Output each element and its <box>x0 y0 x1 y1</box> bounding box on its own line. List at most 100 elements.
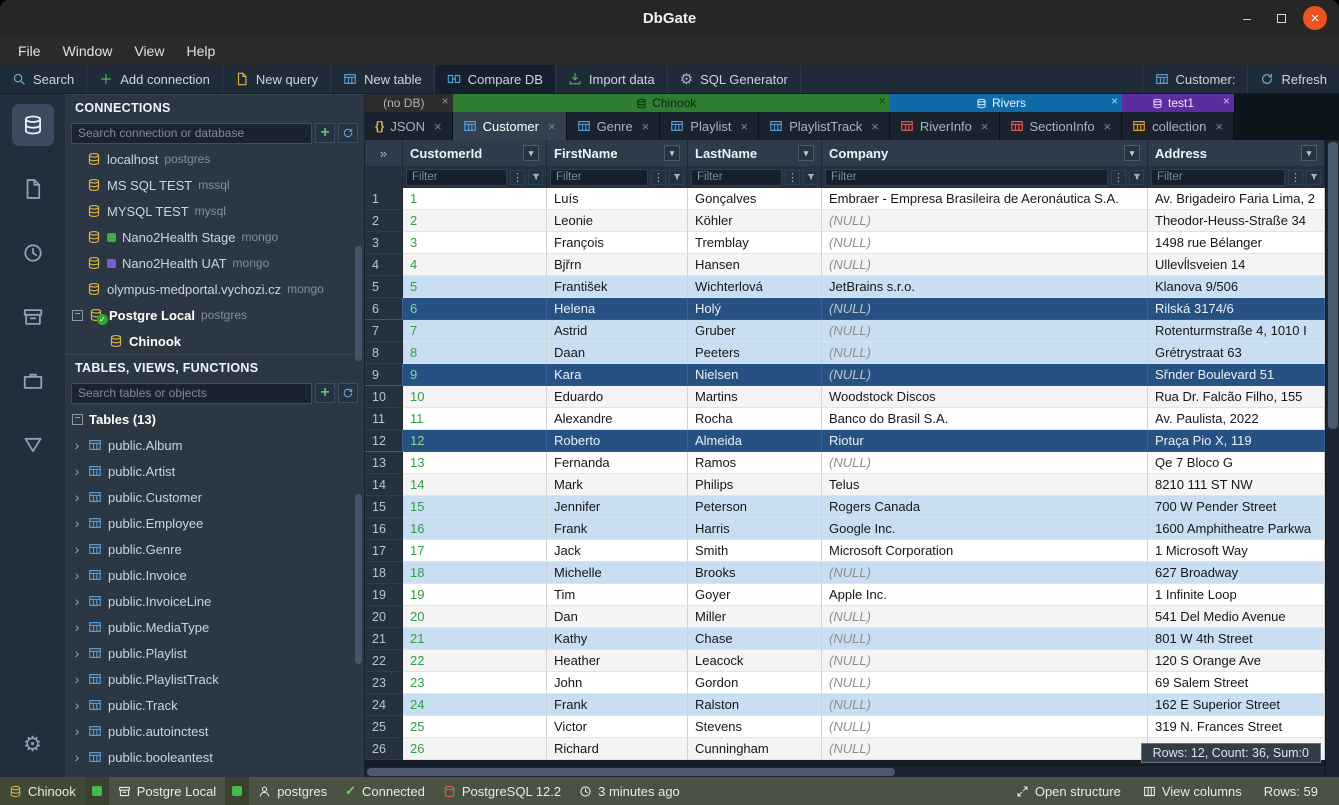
row-number[interactable]: 7 <box>365 320 403 342</box>
column-menu-chevron-icon[interactable]: ▾ <box>664 145 680 161</box>
cell-lastname[interactable]: Ramos <box>688 452 822 474</box>
row-number[interactable]: 17 <box>365 540 403 562</box>
row-number[interactable]: 22 <box>365 650 403 672</box>
cell-company[interactable]: Apple Inc. <box>822 584 1148 606</box>
row-number[interactable]: 18 <box>365 562 403 584</box>
cell-company[interactable]: (NULL) <box>822 320 1148 342</box>
cell-company[interactable]: (NULL) <box>822 738 1148 760</box>
cell-company[interactable]: Embraer - Empresa Brasileira de Aeronáut… <box>822 188 1148 210</box>
tables-search-input[interactable] <box>71 383 312 404</box>
row-number[interactable]: 13 <box>365 452 403 474</box>
cell-address[interactable]: 1 Microsoft Way <box>1148 540 1325 562</box>
cell-address[interactable]: Qe 7 Bloco G <box>1148 452 1325 474</box>
row-number[interactable]: 21 <box>365 628 403 650</box>
cell-company[interactable]: Banco do Brasil S.A. <box>822 408 1148 430</box>
cell-lastname[interactable]: Leacock <box>688 650 822 672</box>
cell-address[interactable]: 1 Infinite Loop <box>1148 584 1325 606</box>
tables-scrollbar-thumb[interactable] <box>355 494 362 664</box>
menu-view[interactable]: View <box>124 40 174 62</box>
row-number[interactable]: 6 <box>365 298 403 320</box>
cell-address[interactable]: 541 Del Medio Avenue <box>1148 606 1325 628</box>
cell-firstname[interactable]: Roberto <box>547 430 688 452</box>
cell-firstname[interactable]: Eduardo <box>547 386 688 408</box>
cell-customerid[interactable]: 23 <box>403 672 547 694</box>
cell-company[interactable]: (NULL) <box>822 562 1148 584</box>
cell-firstname[interactable]: Frank <box>547 518 688 540</box>
cell-company[interactable]: (NULL) <box>822 298 1148 320</box>
cell-address[interactable]: Klanova 9/506 <box>1148 276 1325 298</box>
row-number[interactable]: 12 <box>365 430 403 452</box>
filter-menu-icon[interactable]: ⋮ <box>1111 170 1126 185</box>
sidebar-apps-button[interactable] <box>12 360 54 402</box>
chevron-right-icon[interactable]: › <box>72 749 82 765</box>
cell-customerid[interactable]: 25 <box>403 716 547 738</box>
toolbar-search-button[interactable]: Search <box>0 65 87 93</box>
cell-company[interactable]: JetBrains s.r.o. <box>822 276 1148 298</box>
chevron-right-icon[interactable]: › <box>72 463 82 479</box>
cell-company[interactable]: Rogers Canada <box>822 496 1148 518</box>
chevron-right-icon[interactable]: › <box>72 723 82 739</box>
cell-address[interactable]: Theodor-Heuss-Straße 34 <box>1148 210 1325 232</box>
cell-company[interactable]: (NULL) <box>822 672 1148 694</box>
maximize-button[interactable] <box>1269 6 1293 30</box>
close-tab-icon[interactable]: × <box>1215 119 1223 134</box>
cell-firstname[interactable]: Alexandre <box>547 408 688 430</box>
connection-item[interactable]: olympus-medportal.vychozi.czmongo <box>65 276 364 302</box>
chevron-right-icon[interactable]: › <box>72 619 82 635</box>
cell-address[interactable]: Rilská 3174/6 <box>1148 298 1325 320</box>
row-number[interactable]: 15 <box>365 496 403 518</box>
grid-corner-cell[interactable]: » <box>365 140 403 166</box>
tab-playlist[interactable]: Playlist× <box>660 112 759 140</box>
cell-lastname[interactable]: Nielsen <box>688 364 822 386</box>
chevron-right-icon[interactable]: › <box>72 567 82 583</box>
funnel-icon[interactable] <box>803 170 818 185</box>
filter-menu-icon[interactable]: ⋮ <box>1288 170 1303 185</box>
table-tree-item[interactable]: ›public.Artist <box>65 458 364 484</box>
cell-lastname[interactable]: Tremblay <box>688 232 822 254</box>
cell-firstname[interactable]: Tim <box>547 584 688 606</box>
toolbar-import-data-button[interactable]: Import data <box>556 65 668 93</box>
cell-firstname[interactable]: František <box>547 276 688 298</box>
close-group-icon[interactable]: × <box>1111 94 1118 108</box>
cell-firstname[interactable]: Jack <box>547 540 688 562</box>
row-number[interactable]: 2 <box>365 210 403 232</box>
cell-company[interactable]: Microsoft Corporation <box>822 540 1148 562</box>
minimize-button[interactable]: – <box>1235 6 1259 30</box>
sidebar-history-button[interactable] <box>12 232 54 274</box>
cell-customerid[interactable]: 14 <box>403 474 547 496</box>
cell-customerid[interactable]: 6 <box>403 298 547 320</box>
menu-help[interactable]: Help <box>176 40 225 62</box>
chevron-right-icon[interactable]: › <box>72 489 82 505</box>
cell-company[interactable]: Google Inc. <box>822 518 1148 540</box>
table-tree-item[interactable]: ›public.PlaylistTrack <box>65 666 364 692</box>
cell-firstname[interactable]: Kara <box>547 364 688 386</box>
tab-genre[interactable]: Genre× <box>567 112 661 140</box>
cell-firstname[interactable]: Victor <box>547 716 688 738</box>
row-number[interactable]: 25 <box>365 716 403 738</box>
column-header-lastname[interactable]: LastName▾ <box>688 140 822 166</box>
funnel-icon[interactable] <box>1306 170 1321 185</box>
tab-collection[interactable]: collection× <box>1122 112 1234 140</box>
db-group-tab-chinook[interactable]: Chinook× <box>453 94 890 112</box>
vertical-scrollbar-thumb[interactable] <box>1328 142 1338 429</box>
funnel-icon[interactable] <box>669 170 684 185</box>
cell-address[interactable]: 627 Broadway <box>1148 562 1325 584</box>
cell-customerid[interactable]: 10 <box>403 386 547 408</box>
column-header-address[interactable]: Address▾ <box>1148 140 1325 166</box>
row-number[interactable]: 24 <box>365 694 403 716</box>
cell-customerid[interactable]: 20 <box>403 606 547 628</box>
column-menu-chevron-icon[interactable]: ▾ <box>798 145 814 161</box>
sidebar-filter-button[interactable] <box>12 424 54 466</box>
close-tab-icon[interactable]: × <box>434 119 442 134</box>
chevron-right-icon[interactable]: › <box>72 437 82 453</box>
add-connection-small-button[interactable]: + <box>315 123 335 143</box>
cell-lastname[interactable]: Köhler <box>688 210 822 232</box>
cell-firstname[interactable]: Frank <box>547 694 688 716</box>
column-header-company[interactable]: Company▾ <box>822 140 1148 166</box>
table-tree-item[interactable]: ›public.InvoiceLine <box>65 588 364 614</box>
filter-menu-icon[interactable]: ⋮ <box>651 170 666 185</box>
table-tree-item[interactable]: ›public.Customer <box>65 484 364 510</box>
cell-company[interactable]: (NULL) <box>822 628 1148 650</box>
horizontal-scrollbar-thumb[interactable] <box>367 768 895 776</box>
sidebar-settings-button[interactable]: ⚙ <box>12 723 54 765</box>
